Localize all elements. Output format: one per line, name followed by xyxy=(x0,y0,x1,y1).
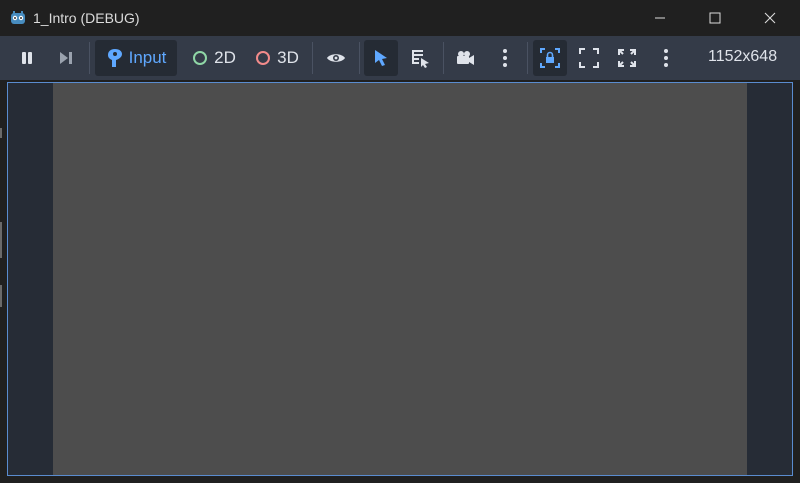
toolbar-separator xyxy=(527,42,528,74)
camera-options-button[interactable] xyxy=(488,40,522,76)
expand-button[interactable] xyxy=(610,40,644,76)
toolbar-separator xyxy=(312,42,313,74)
minimize-button[interactable] xyxy=(632,0,688,36)
background-window-edge xyxy=(0,285,2,307)
select-mode-button[interactable] xyxy=(364,40,398,76)
pause-icon xyxy=(22,52,32,64)
select-arrow-icon xyxy=(375,50,387,66)
camera-icon xyxy=(457,51,474,65)
eye-icon xyxy=(327,54,345,62)
game-viewport[interactable] xyxy=(7,82,793,476)
maximize-icon xyxy=(709,12,721,24)
vertical-ellipsis-icon xyxy=(503,49,507,67)
input-icon xyxy=(107,49,122,67)
toolbar-separator xyxy=(89,42,90,74)
close-icon xyxy=(764,12,776,24)
mode-2d-button[interactable]: 2D xyxy=(186,40,242,76)
view-options-button[interactable] xyxy=(649,40,683,76)
close-button[interactable] xyxy=(742,0,798,36)
toolbar-separator xyxy=(443,42,444,74)
next-frame-button[interactable] xyxy=(49,40,83,76)
next-frame-icon xyxy=(60,52,72,64)
mode-3d-label: 3D xyxy=(277,48,299,67)
toolbar-separator xyxy=(359,42,360,74)
background-window-edge xyxy=(0,128,2,138)
window-title: 1_Intro (DEBUG) xyxy=(33,10,140,26)
input-label: Input xyxy=(128,48,167,67)
expand-icon xyxy=(618,49,636,67)
visibility-button[interactable] xyxy=(319,40,353,76)
list-select-icon xyxy=(412,50,429,68)
input-toggle-button[interactable]: Input xyxy=(95,40,177,76)
mode-3d-button[interactable]: 3D xyxy=(249,40,305,76)
ring-2d-icon xyxy=(193,51,208,65)
game-toolbar: Input 2D 3D xyxy=(0,36,800,80)
fit-screen-icon xyxy=(579,48,599,68)
game-canvas[interactable] xyxy=(53,83,747,475)
maximize-button[interactable] xyxy=(687,0,743,36)
fit-screen-button[interactable] xyxy=(572,40,606,76)
camera-lock-icon xyxy=(540,48,560,68)
minimize-icon xyxy=(655,17,665,19)
camera-lock-button[interactable] xyxy=(533,40,567,76)
title-bar: 1_Intro (DEBUG) xyxy=(0,0,800,36)
resolution-label: 1152x648 xyxy=(708,48,778,65)
list-select-button[interactable] xyxy=(403,40,437,76)
vertical-ellipsis-icon xyxy=(664,49,668,67)
godot-logo-icon xyxy=(11,11,25,24)
pause-button[interactable] xyxy=(10,40,44,76)
mode-2d-label: 2D xyxy=(214,48,236,67)
camera-button[interactable] xyxy=(448,40,482,76)
ring-3d-icon xyxy=(256,51,271,65)
background-window-edge xyxy=(0,222,2,258)
